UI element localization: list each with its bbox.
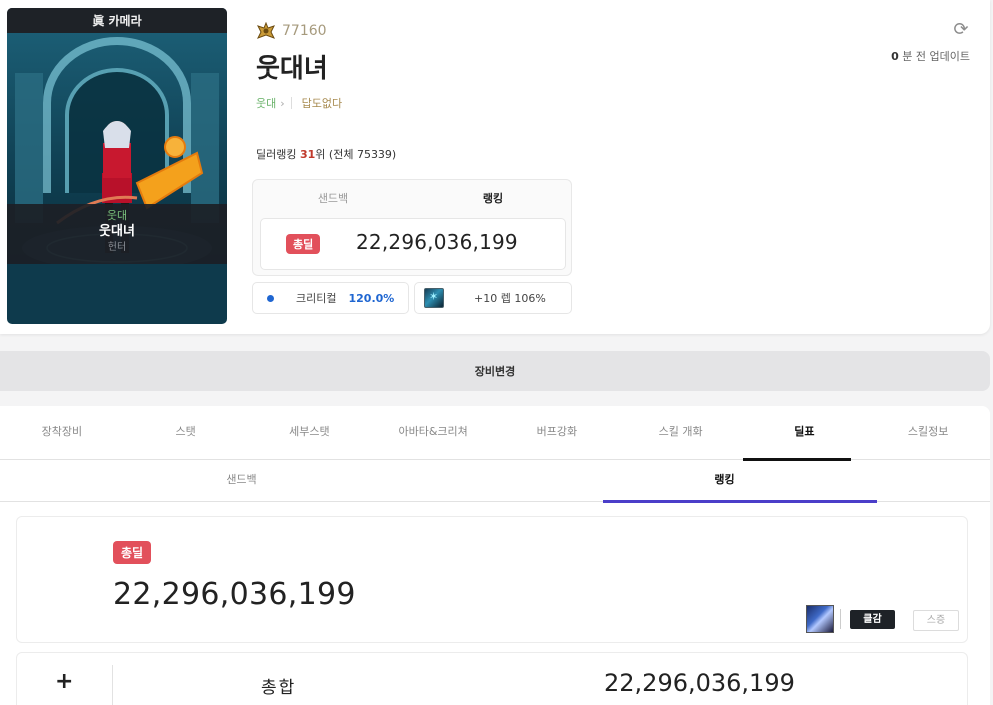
buff-pill: +10 렙 106%: [414, 282, 572, 314]
expand-plus-icon[interactable]: +: [55, 669, 73, 694]
character-info: 웃대 웃대녀 헌터: [7, 204, 227, 264]
tab-detail-stats[interactable]: 세부스탯: [248, 406, 372, 459]
crit-dot-icon: [267, 294, 274, 302]
character-image: 웃대 웃대녀 헌터: [7, 33, 227, 270]
adventure-tag[interactable]: 웃대: [256, 95, 276, 111]
tab-damage-table[interactable]: 딜표: [742, 406, 867, 461]
damage-summary-box: 샌드백 랭킹 총딜 22,296,036,199: [252, 179, 572, 276]
tab-sandbag[interactable]: 샌드백: [253, 190, 413, 206]
rank-prefix: 딜러랭킹: [256, 148, 300, 161]
total-damage-card: 총딜 22,296,036,199 클감 스증: [16, 516, 968, 643]
total-damage-badge: 총딜: [113, 541, 152, 564]
rank-number: 31: [299, 148, 316, 161]
character-panel: 眞 카메라 웃대 웃대녀 헌터: [7, 8, 227, 324]
main-tabs: 장착장비 스탯 세부스탯 아바타&크리쳐 버프강화 스킬 개화 딜표 스킬정보: [0, 406, 990, 461]
buff-text: +10 렙 106%: [474, 292, 546, 305]
buff-skill-icon: [424, 288, 444, 308]
divider: [840, 609, 841, 629]
update-status: 0 분 전 업데이트: [891, 48, 970, 64]
subtab-ranking[interactable]: 랭킹: [483, 460, 966, 503]
refresh-icon[interactable]: ⟳: [951, 20, 971, 40]
crit-dmg-toggle-button[interactable]: 클감: [850, 610, 895, 629]
fame: 77160: [256, 22, 327, 40]
tab-avatar-creature[interactable]: 아바타&크리쳐: [371, 406, 495, 459]
update-minutes: 0: [891, 50, 899, 63]
sum-label: 총합: [261, 678, 297, 698]
tab-stats[interactable]: 스탯: [124, 406, 248, 459]
tag-row: 웃대 › 답도없다: [256, 95, 342, 111]
skill-boost-toggle-button[interactable]: 스증: [913, 610, 959, 631]
tab-buff-enhance[interactable]: 버프강화: [495, 406, 619, 459]
job-name: 헌터: [107, 242, 127, 253]
tab-ranking[interactable]: 랭킹: [413, 190, 573, 206]
divider: [112, 665, 113, 705]
crit-value: 120.0%: [348, 291, 395, 305]
main-content: 장착장비 스탯 세부스탯 아바타&크리쳐 버프강화 스킬 개화 딜표 스킬정보 …: [0, 406, 990, 705]
tab-skill-bloom[interactable]: 스킬 개화: [619, 406, 743, 459]
tag-divider: [290, 97, 292, 109]
fame-value: 77160: [282, 23, 327, 39]
sub-tabs: 샌드백 랭킹: [0, 460, 990, 503]
fame-icon: [256, 22, 276, 39]
crit-pill: 크리티컬 120.0%: [252, 282, 409, 314]
sum-value: 22,296,036,199: [604, 669, 795, 697]
subtab-sandbag[interactable]: 샌드백: [0, 460, 483, 501]
total-damage-value: 22,296,036,199: [356, 230, 518, 254]
equip-change-button[interactable]: 장비변경: [0, 351, 990, 391]
character-title: 웃대녀: [256, 54, 328, 84]
rank-suffix: 위 (전체 75339): [315, 148, 397, 161]
profile-card: 眞 카메라 웃대 웃대녀 헌터 77160 웃대녀 웃대 › 답도없다 ⟳ 0 …: [0, 0, 990, 334]
guild-tag[interactable]: 답도없다: [302, 95, 342, 111]
total-damage-badge: 총딜: [286, 234, 321, 254]
character-name: 웃대녀: [99, 224, 135, 239]
sum-row[interactable]: + 총합 22,296,036,199: [16, 652, 968, 705]
dealer-ranking: 딜러랭킹 31위 (전체 75339): [256, 146, 396, 162]
damage-summary: 총딜 22,296,036,199: [260, 218, 566, 270]
tab-skill-info[interactable]: 스킬정보: [866, 406, 990, 459]
adventure-name: 웃대: [106, 209, 128, 222]
server-name: 眞 카메라: [7, 8, 227, 33]
tab-equipment[interactable]: 장착장비: [0, 406, 124, 459]
crit-label: 크리티컬: [296, 292, 337, 305]
skill-icon: [806, 605, 834, 633]
chevron-right-icon: ›: [280, 96, 285, 110]
total-damage-value: 22,296,036,199: [113, 577, 356, 612]
update-suffix: 분 전 업데이트: [902, 50, 970, 63]
